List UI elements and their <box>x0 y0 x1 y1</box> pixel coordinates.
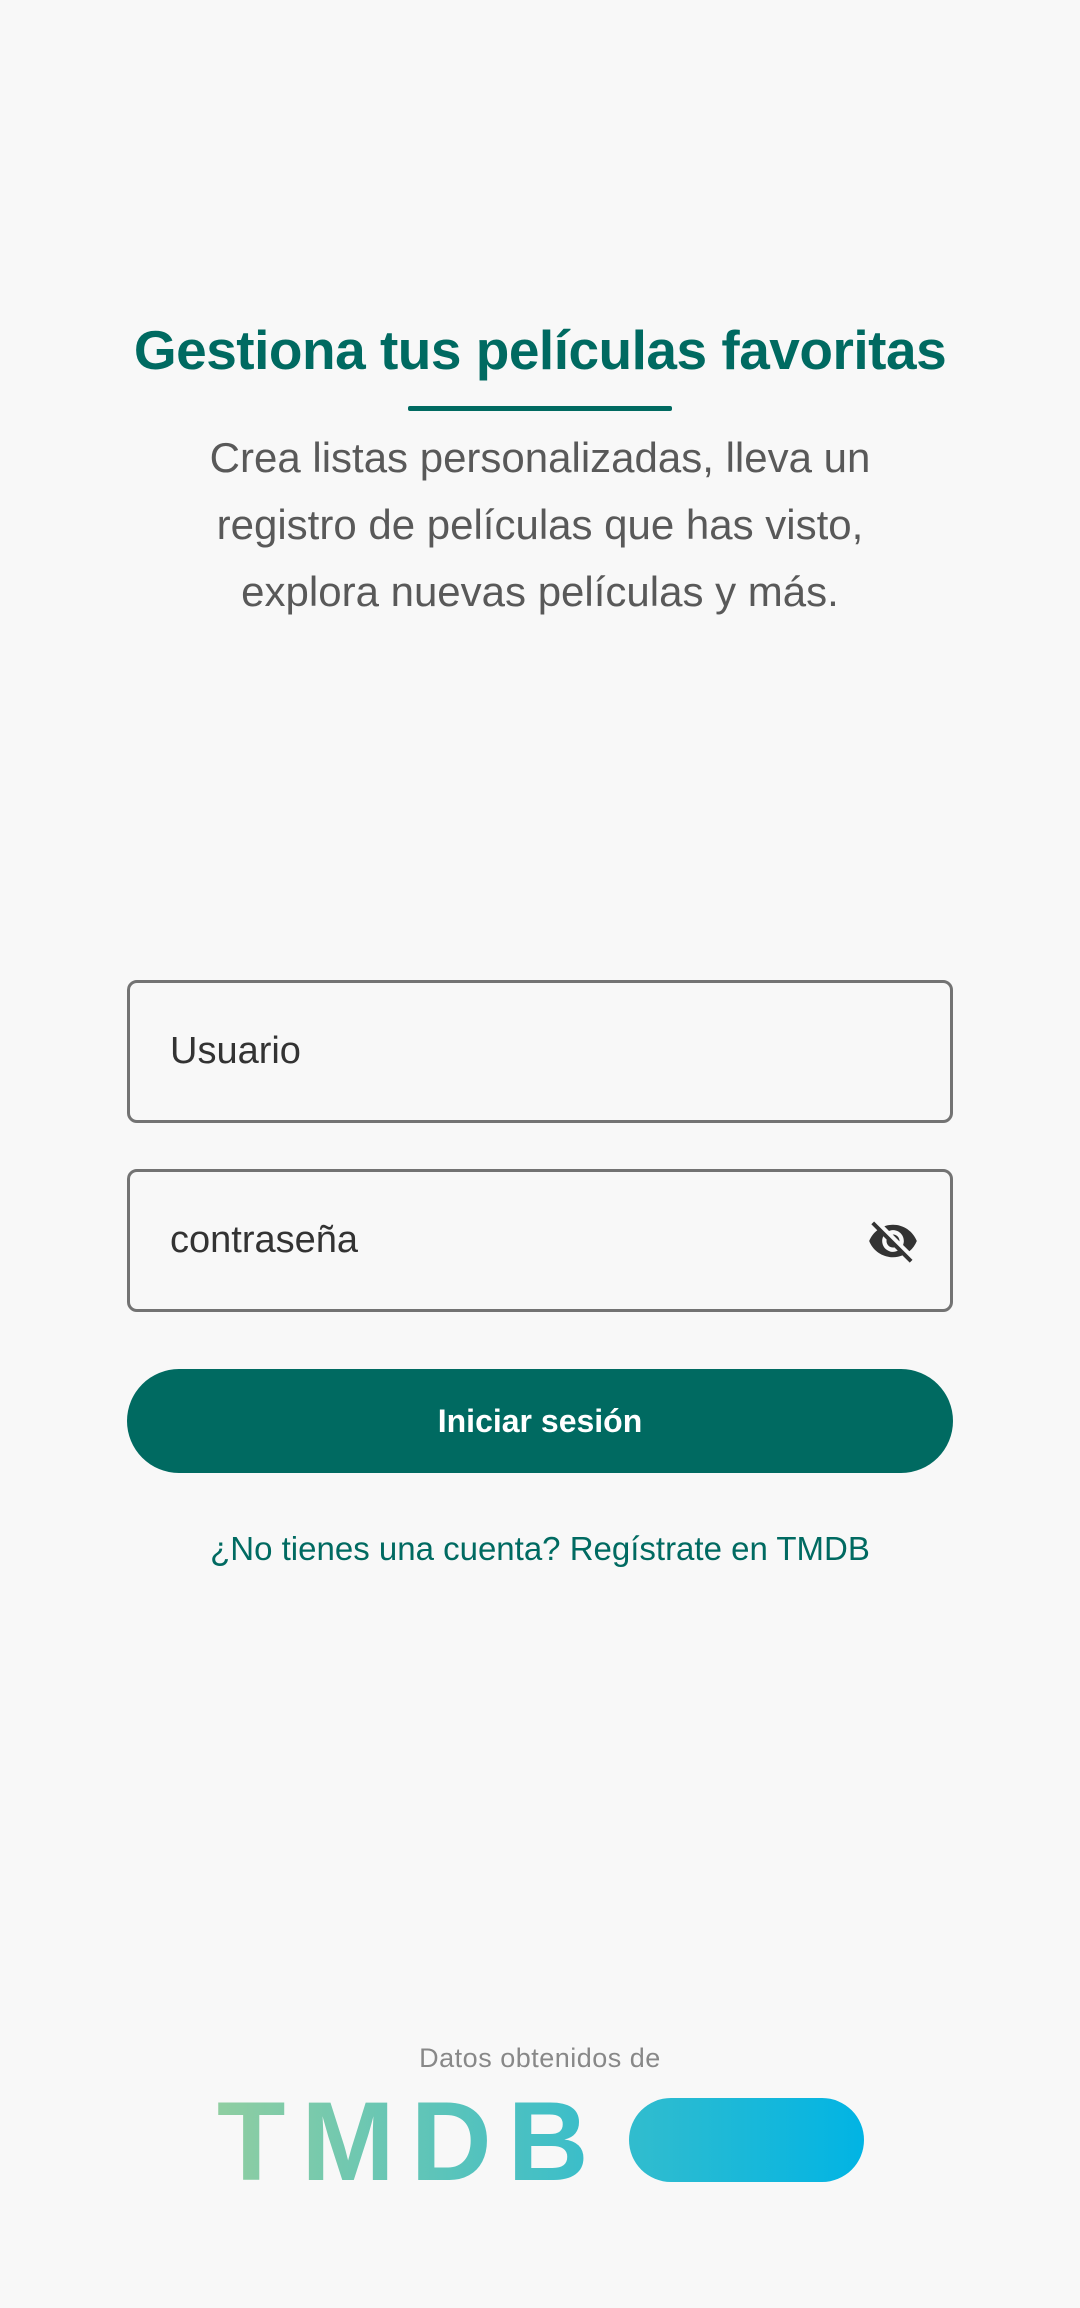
tmdb-logo: TMDB <box>217 2090 864 2190</box>
username-placeholder: Usuario <box>170 1030 301 1072</box>
title-underline <box>408 406 672 411</box>
tmdb-logo-text: TMDB <box>217 2090 604 2190</box>
signup-link[interactable]: ¿No tienes una cuenta? Regístrate en TMD… <box>0 1523 1080 1575</box>
eye-off-icon[interactable] <box>864 1215 922 1267</box>
password-placeholder: contraseña <box>170 1219 359 1261</box>
page-title: Gestiona tus películas favoritas <box>133 319 947 381</box>
password-field[interactable]: contraseña <box>127 1169 953 1312</box>
data-attribution: Datos obtenidos de <box>419 2043 661 2073</box>
login-button[interactable]: Iniciar sesión <box>127 1369 953 1473</box>
page-subtitle: Crea listas personalizadas, lleva un reg… <box>209 434 871 615</box>
tmdb-logo-pill <box>629 2098 864 2182</box>
username-field[interactable]: Usuario <box>127 980 953 1123</box>
